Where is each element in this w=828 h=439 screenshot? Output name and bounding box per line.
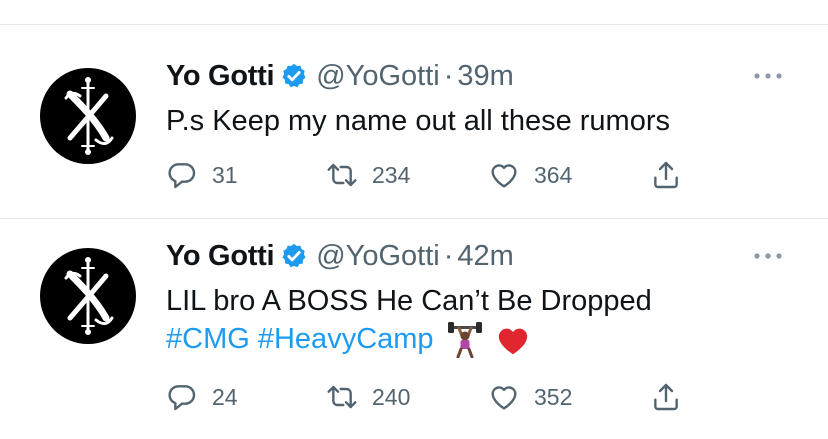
yo-gotti-logo-icon [64, 257, 114, 335]
share-button[interactable] [650, 158, 696, 192]
tweet-actions: 31 234 364 [166, 158, 726, 192]
retweet-icon [327, 385, 357, 409]
reply-button[interactable]: 31 [166, 158, 238, 192]
like-button[interactable]: 364 [488, 158, 572, 192]
tweet-header: Yo Gotti @YoGotti · 42m [166, 238, 514, 274]
separator-dot: · [443, 239, 454, 272]
tweet-1[interactable]: Yo Gotti @YoGotti · 39m P.s Keep my name… [0, 58, 828, 208]
retweet-count: 240 [372, 383, 411, 410]
heart-icon [491, 164, 517, 188]
timestamp[interactable]: 39m [457, 60, 513, 93]
more-options-icon[interactable] [748, 66, 788, 86]
more-options-icon[interactable] [748, 246, 788, 266]
verified-badge-icon [282, 63, 306, 88]
tweet-body: LIL bro A BOSS He Can’t Be Dropped [166, 285, 652, 317]
separator-dot: · [443, 59, 454, 92]
share-button[interactable] [650, 380, 696, 414]
tweet-text: P.s Keep my name out all these rumors [166, 102, 670, 140]
tweet-2[interactable]: Yo Gotti @YoGotti · 42m LIL bro A BOSS H… [0, 238, 828, 428]
reply-count: 31 [212, 161, 238, 188]
display-name[interactable]: Yo Gotti [166, 240, 275, 273]
timestamp[interactable]: 42m [457, 240, 513, 273]
tweet-divider [0, 218, 828, 219]
avatar[interactable] [40, 68, 136, 164]
tweet-actions: 24 240 352 [166, 380, 726, 414]
reply-count: 24 [212, 383, 238, 410]
share-icon [654, 161, 678, 189]
verified-badge-icon [282, 243, 306, 268]
tweet-hashtags-line: #CMG #HeavyCamp [166, 320, 652, 359]
yo-gotti-logo-icon [64, 77, 114, 155]
hashtag-heavycamp[interactable]: #HeavyCamp [258, 323, 434, 355]
like-count: 352 [534, 383, 573, 410]
top-divider [0, 24, 828, 25]
retweet-button[interactable]: 240 [326, 380, 410, 414]
weight-lifter-emoji [447, 322, 482, 359]
reply-button[interactable]: 24 [166, 380, 238, 414]
tweet-body: P.s Keep my name out all these rumors [166, 105, 670, 137]
user-handle[interactable]: @YoGotti [316, 60, 440, 93]
retweet-icon [327, 163, 357, 187]
heart-icon [491, 386, 517, 410]
retweet-count: 234 [372, 161, 411, 188]
hashtag-cmg[interactable]: #CMG [166, 323, 250, 355]
avatar[interactable] [40, 248, 136, 344]
red-heart-emoji [498, 328, 527, 355]
tweet-text: LIL bro A BOSS He Can’t Be Dropped #CMG … [166, 282, 652, 359]
tweet-header: Yo Gotti @YoGotti · 39m [166, 58, 514, 94]
like-count: 364 [534, 161, 573, 188]
reply-icon [168, 385, 196, 411]
reply-icon [168, 163, 196, 189]
user-handle[interactable]: @YoGotti [316, 240, 440, 273]
like-button[interactable]: 352 [488, 380, 572, 414]
retweet-button[interactable]: 234 [326, 158, 410, 192]
display-name[interactable]: Yo Gotti [166, 60, 275, 93]
share-icon [654, 383, 678, 411]
